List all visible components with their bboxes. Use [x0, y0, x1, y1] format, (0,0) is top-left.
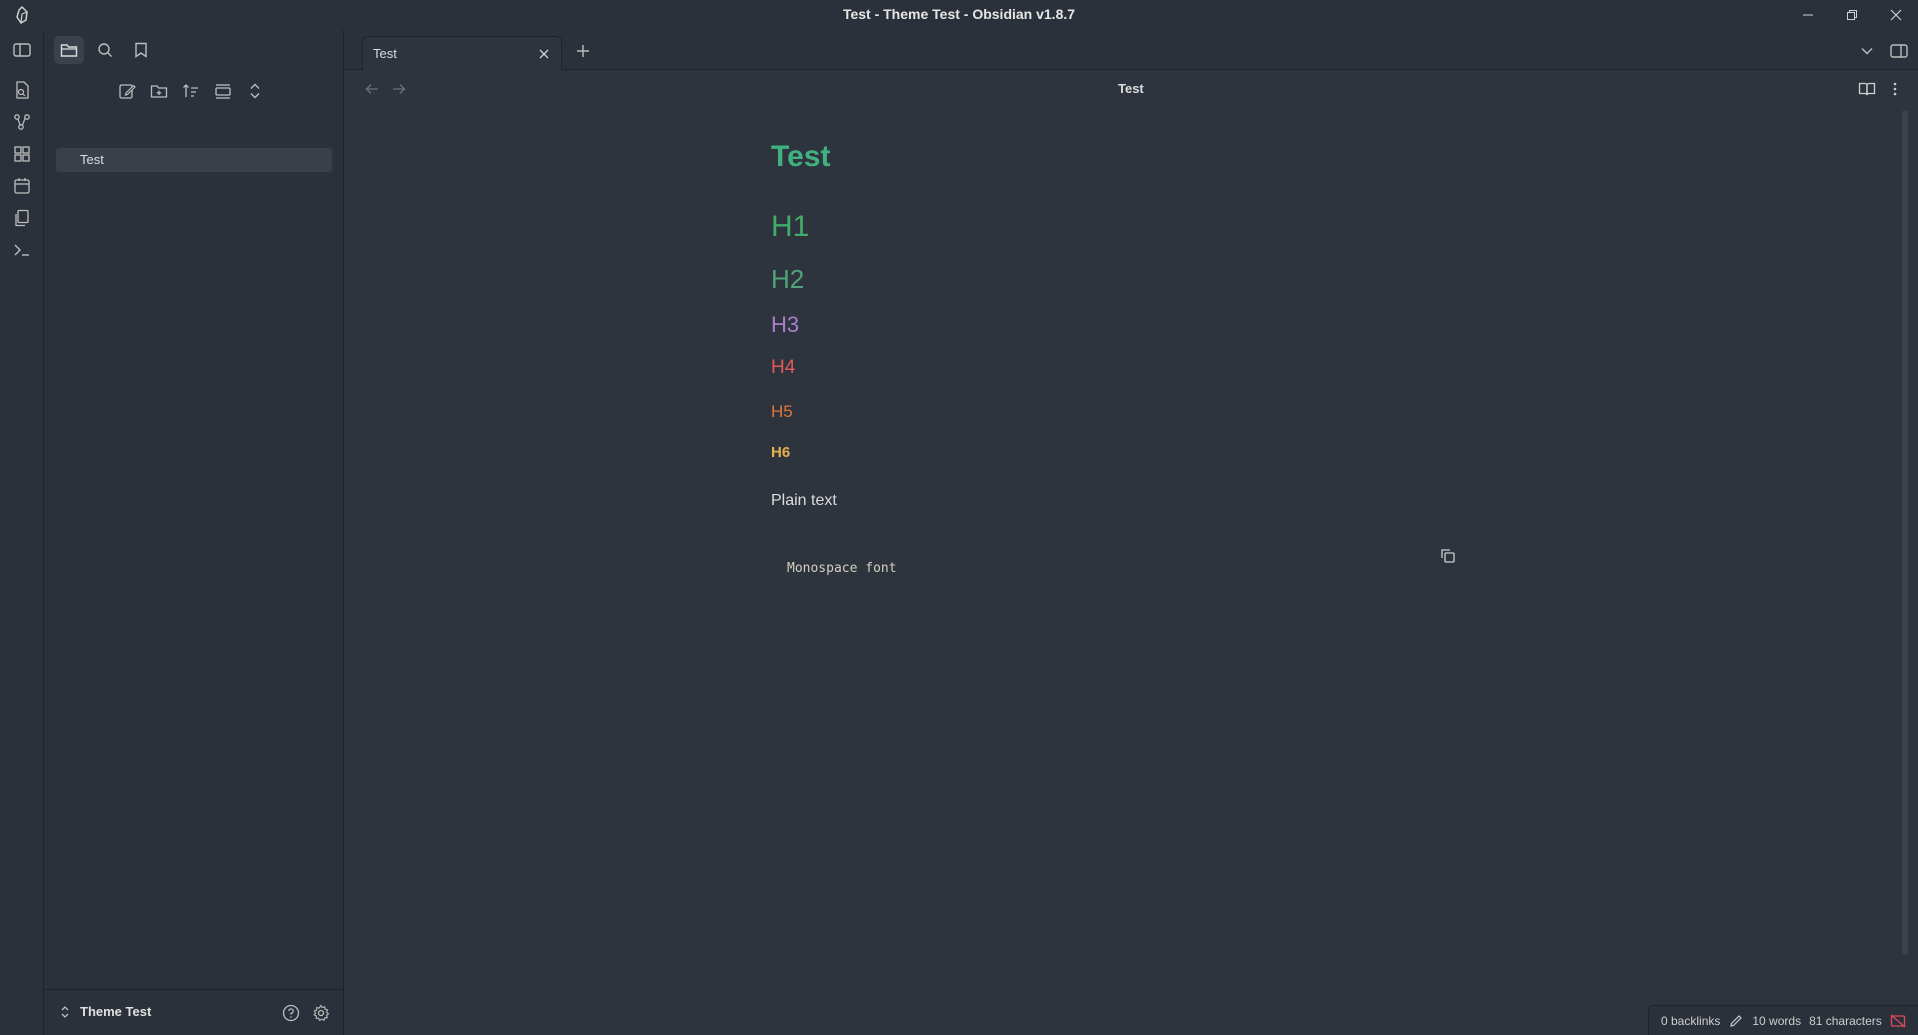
plain-text-paragraph: Plain text [771, 492, 837, 509]
heading-2: H2 [771, 264, 805, 294]
plus-icon [577, 45, 589, 57]
sort-order-button[interactable] [178, 78, 204, 104]
ribbon-quick-switcher[interactable] [11, 79, 33, 101]
reveal-file-icon [215, 84, 231, 99]
ribbon-daily-note[interactable] [11, 175, 33, 197]
auto-reveal-button[interactable] [210, 78, 236, 104]
file-search-icon [16, 81, 29, 99]
tab-search[interactable] [90, 36, 120, 64]
book-open-icon [1858, 82, 1876, 96]
close-icon [1890, 9, 1902, 21]
minimize-icon [1803, 14, 1813, 16]
files-icon [15, 209, 29, 227]
vault-profile-bar: Theme Test [44, 989, 344, 1035]
backlinks-count[interactable]: 0 backlinks [1661, 1014, 1720, 1028]
ribbon-command-palette[interactable] [11, 239, 33, 261]
tab-title: Test [373, 46, 397, 61]
view-header: Test [344, 70, 1918, 106]
heading-4: H4 [771, 357, 796, 378]
copy-icon [1441, 549, 1455, 563]
file-explorer-actions [114, 78, 268, 104]
help-button[interactable] [280, 1002, 302, 1024]
obsidian-window: Test - Theme Test - Obsidian v1.8.7 Test… [0, 0, 1918, 1035]
navigate-forward-button[interactable] [388, 78, 410, 100]
layout-dashboard-icon [14, 146, 30, 162]
character-count: 81 characters [1809, 1013, 1882, 1028]
ribbon-graph-view[interactable] [11, 111, 33, 133]
sort-icon [183, 84, 198, 97]
status-bar: 0 backlinks 10 words 81 characters [1648, 1005, 1918, 1035]
left-sidebar: Test Theme Test [44, 30, 344, 1035]
sidebar-right-icon [1890, 44, 1908, 58]
graph-icon [14, 114, 30, 130]
editing-mode-button[interactable] [1728, 1013, 1744, 1029]
arrow-left-icon [365, 84, 378, 94]
new-tab-button[interactable] [572, 40, 594, 62]
window-controls [1786, 0, 1918, 30]
collapse-all-button[interactable] [242, 78, 268, 104]
vault-switcher[interactable]: Theme Test [60, 1004, 151, 1019]
tab-files[interactable] [54, 36, 84, 64]
chevron-down-icon [1861, 48, 1873, 55]
folder-plus-icon [150, 85, 168, 98]
window-title: Test - Theme Test - Obsidian v1.8.7 [842, 6, 1076, 22]
tab-test[interactable]: Test [362, 36, 562, 70]
copy-code-button[interactable] [1437, 545, 1459, 567]
heading-1: H1 [771, 210, 810, 243]
reading-view-toggle[interactable] [1856, 78, 1878, 100]
tab-strip: Test [344, 30, 1918, 70]
arrow-right-icon [393, 84, 406, 94]
sync-off-icon [1890, 1014, 1906, 1027]
sidebar-toggle-icon [13, 43, 31, 57]
file-item-test[interactable]: Test [56, 148, 332, 172]
edit-icon [119, 84, 136, 99]
settings-button[interactable] [310, 1002, 332, 1024]
right-sidebar-toggle-button[interactable] [1888, 40, 1910, 62]
file-item-label: Test [80, 152, 104, 167]
navigate-back-button[interactable] [361, 78, 383, 100]
word-count: 10 words [1752, 1013, 1802, 1028]
chevrons-up-down-icon [250, 83, 260, 99]
title-bar: Test - Theme Test - Obsidian v1.8.7 [0, 0, 1918, 30]
vault-name: Theme Test [80, 1004, 152, 1019]
code-text: Monospace font [787, 561, 897, 576]
inline-title[interactable]: Test [771, 140, 830, 174]
sidebar-toggle-button[interactable] [11, 39, 33, 61]
pencil-icon [1730, 1014, 1743, 1027]
sync-status-button[interactable] [1890, 1013, 1906, 1029]
restore-icon [1847, 10, 1857, 20]
heading-6: H6 [771, 444, 791, 461]
chevrons-up-down-icon [61, 1005, 69, 1018]
more-vertical-icon [1893, 82, 1897, 96]
sidebar-tab-bar [44, 36, 156, 66]
folder-open-icon [60, 44, 78, 57]
bookmark-icon [135, 42, 147, 58]
heading-5: H5 [771, 402, 793, 421]
ribbon-canvas[interactable] [11, 143, 33, 165]
search-icon [98, 43, 112, 57]
tab-bookmarks[interactable] [126, 36, 156, 64]
heading-3: H3 [771, 312, 800, 337]
close-icon [539, 49, 549, 59]
gear-icon [313, 1004, 330, 1022]
tab-close-button[interactable] [535, 45, 553, 63]
calendar-icon [14, 178, 30, 194]
new-note-button[interactable] [114, 78, 140, 104]
minimize-button[interactable] [1786, 0, 1830, 30]
ribbon [0, 30, 44, 1035]
editor-scrollbar[interactable] [1902, 110, 1908, 955]
new-folder-button[interactable] [146, 78, 172, 104]
restore-button[interactable] [1830, 0, 1874, 30]
more-options-button[interactable] [1884, 78, 1906, 100]
view-title-text: Test [1118, 81, 1144, 96]
code-block: Monospace font [771, 535, 1471, 595]
ribbon-templates[interactable] [11, 207, 33, 229]
help-circle-icon [282, 1004, 300, 1022]
close-window-button[interactable] [1874, 0, 1918, 30]
terminal-icon [14, 244, 29, 256]
tab-list-button[interactable] [1856, 40, 1878, 62]
